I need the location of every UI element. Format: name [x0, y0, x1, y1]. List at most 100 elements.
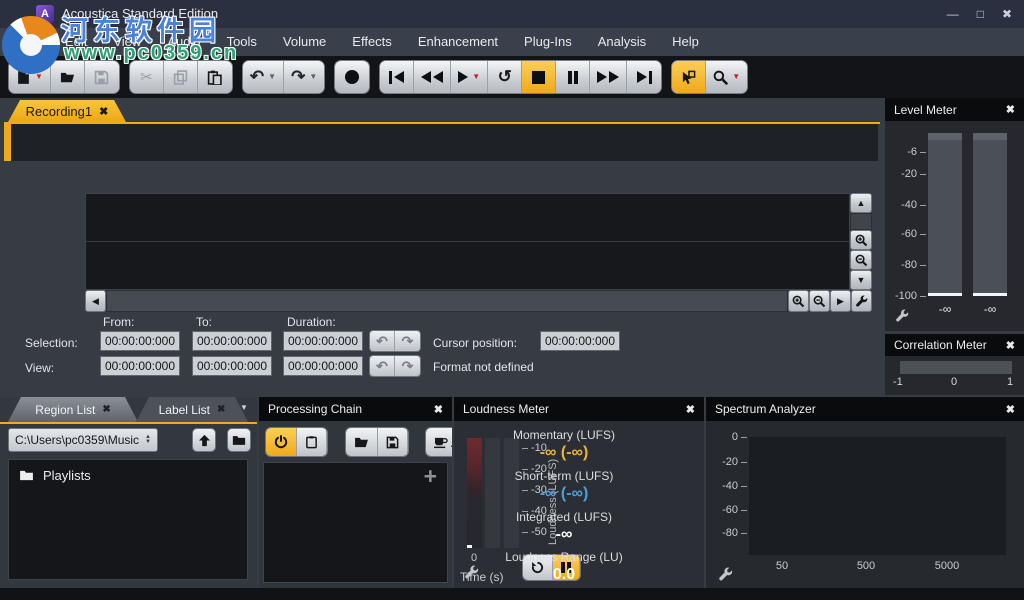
- rewind-icon: [421, 71, 443, 83]
- skip-start-button[interactable]: [380, 61, 414, 93]
- spectrum-x-tick: 500: [846, 560, 886, 572]
- redo-button[interactable]: ↷ ▼: [284, 61, 324, 93]
- paste-button[interactable]: [198, 61, 232, 93]
- view-duration-field[interactable]: 00:00:00:000: [283, 356, 363, 376]
- hscroll-track[interactable]: [106, 290, 788, 312]
- loop-playback-button[interactable]: ↺: [488, 61, 522, 93]
- waveform-settings-button[interactable]: [851, 290, 872, 312]
- chain-enable-button[interactable]: [266, 428, 297, 456]
- tab-recording1[interactable]: Recording1 ✖: [8, 100, 126, 122]
- folder-icon: [232, 435, 246, 446]
- menu-audio[interactable]: Audio: [154, 28, 213, 56]
- tab-region-list[interactable]: Region List ✖: [8, 397, 138, 422]
- processing-chain-close-icon[interactable]: ✖: [434, 403, 443, 416]
- level-tick: -60: [889, 228, 917, 240]
- caret-down-icon: ▼: [472, 73, 480, 81]
- new-file-button[interactable]: ▼: [9, 61, 51, 93]
- selection-undo-button[interactable]: ↶: [370, 331, 395, 351]
- selection-from-field[interactable]: 00:00:00:000: [100, 331, 180, 351]
- label-list-close-icon[interactable]: ✖: [217, 404, 225, 415]
- zoom-in-horizontal-button[interactable]: [788, 290, 809, 312]
- menu-enhancement[interactable]: Enhancement: [405, 28, 511, 56]
- menu-effects[interactable]: Effects: [339, 28, 405, 56]
- rewind-button[interactable]: [414, 61, 451, 93]
- loudness-bar-marker: [467, 545, 472, 548]
- correlation-meter-close-icon[interactable]: ✖: [1006, 339, 1015, 352]
- undo-icon: ↶: [250, 69, 264, 85]
- level-meter-close-icon[interactable]: ✖: [1006, 103, 1015, 116]
- from-label: From:: [103, 315, 134, 329]
- path-combobox[interactable]: C:\Users\pc0359\Music ▲▼: [8, 428, 158, 452]
- fast-forward-icon: [597, 71, 619, 83]
- region-list-close-icon[interactable]: ✖: [102, 404, 110, 415]
- menu-help[interactable]: Help: [659, 28, 712, 56]
- vscroll-track[interactable]: [850, 213, 872, 230]
- folder-up-button[interactable]: [192, 428, 216, 452]
- zoom-tool-button[interactable]: ▼: [706, 61, 747, 93]
- minimize-button[interactable]: —: [947, 7, 959, 21]
- chain-open-button[interactable]: [346, 428, 378, 456]
- tab-close-icon[interactable]: ✖: [99, 105, 108, 118]
- fast-forward-button[interactable]: [590, 61, 627, 93]
- menu-volume[interactable]: Volume: [270, 28, 339, 56]
- tab-label-list[interactable]: Label List ✖: [136, 397, 248, 422]
- selection-to-field[interactable]: 00:00:00:000: [192, 331, 272, 351]
- record-button[interactable]: [335, 61, 369, 93]
- play-button[interactable]: ▼: [451, 61, 488, 93]
- pause-button[interactable]: [556, 61, 590, 93]
- view-from-field[interactable]: 00:00:00:000: [100, 356, 180, 376]
- spectrum-analyzer-close-icon[interactable]: ✖: [1006, 403, 1015, 416]
- chain-paste-button[interactable]: [297, 428, 327, 456]
- menu-edit[interactable]: Edit: [52, 28, 100, 56]
- stop-button[interactable]: [522, 61, 556, 93]
- skip-end-button[interactable]: [627, 61, 661, 93]
- menu-file[interactable]: File: [5, 28, 52, 56]
- view-label: View:: [25, 361, 54, 375]
- menu-plugins[interactable]: Plug-Ins: [511, 28, 585, 56]
- view-to-field[interactable]: 00:00:00:000: [192, 356, 272, 376]
- cursor-position-field[interactable]: 00:00:00:000: [540, 331, 620, 351]
- maximize-button[interactable]: □: [977, 7, 984, 21]
- loudness-meter-close-icon[interactable]: ✖: [686, 403, 695, 416]
- close-button[interactable]: ✖: [1002, 7, 1012, 21]
- add-effect-button[interactable]: +: [424, 463, 437, 490]
- wrench-icon[interactable]: [895, 309, 909, 323]
- view-redo-button[interactable]: ↷: [395, 356, 420, 376]
- selection-tool-button[interactable]: [672, 61, 706, 93]
- file-list[interactable]: Playlists: [8, 459, 248, 580]
- save-button[interactable]: [85, 61, 119, 93]
- scroll-down-button[interactable]: ▼: [850, 270, 872, 290]
- zoom-in-vertical-button[interactable]: [850, 230, 872, 250]
- browse-folder-button[interactable]: [227, 428, 251, 452]
- chain-save-button[interactable]: [378, 428, 408, 456]
- cut-button[interactable]: ✂: [130, 61, 164, 93]
- scroll-left-button[interactable]: ◀: [85, 290, 106, 312]
- zoom-out-horizontal-button[interactable]: [809, 290, 830, 312]
- skip-end-icon: [637, 71, 652, 84]
- view-undo-button[interactable]: ↶: [370, 356, 395, 376]
- scroll-up-button[interactable]: ▲: [850, 193, 872, 213]
- copy-button[interactable]: [164, 61, 198, 93]
- combo-spinner-icon[interactable]: ▲▼: [145, 435, 151, 445]
- overview-strip[interactable]: [4, 124, 878, 161]
- overview-playhead[interactable]: [4, 124, 11, 161]
- chain-list[interactable]: +: [263, 462, 448, 583]
- scroll-right-button[interactable]: ▶: [830, 290, 851, 312]
- correlation-tick: 1: [1007, 376, 1013, 388]
- wrench-icon[interactable]: [718, 567, 733, 582]
- selection-duration-field[interactable]: 00:00:00:000: [283, 331, 363, 351]
- integrated-value: -∞: [439, 526, 689, 544]
- waveform-view[interactable]: [85, 193, 850, 290]
- label-list-tab-label: Label List: [159, 403, 210, 417]
- path-value: C:\Users\pc0359\Music: [15, 433, 139, 447]
- title-bar: A Acoustica Standard Edition — □ ✖: [0, 0, 1024, 28]
- menu-analysis[interactable]: Analysis: [585, 28, 659, 56]
- list-item-playlists[interactable]: Playlists: [9, 460, 247, 491]
- open-file-button[interactable]: [51, 61, 85, 93]
- menu-view[interactable]: View: [100, 28, 154, 56]
- tab-overflow-chevron-icon[interactable]: ▼: [240, 403, 248, 412]
- menu-tools[interactable]: Tools: [214, 28, 270, 56]
- undo-button[interactable]: ↶ ▼: [243, 61, 284, 93]
- selection-redo-button[interactable]: ↷: [395, 331, 420, 351]
- zoom-out-vertical-button[interactable]: [850, 250, 872, 270]
